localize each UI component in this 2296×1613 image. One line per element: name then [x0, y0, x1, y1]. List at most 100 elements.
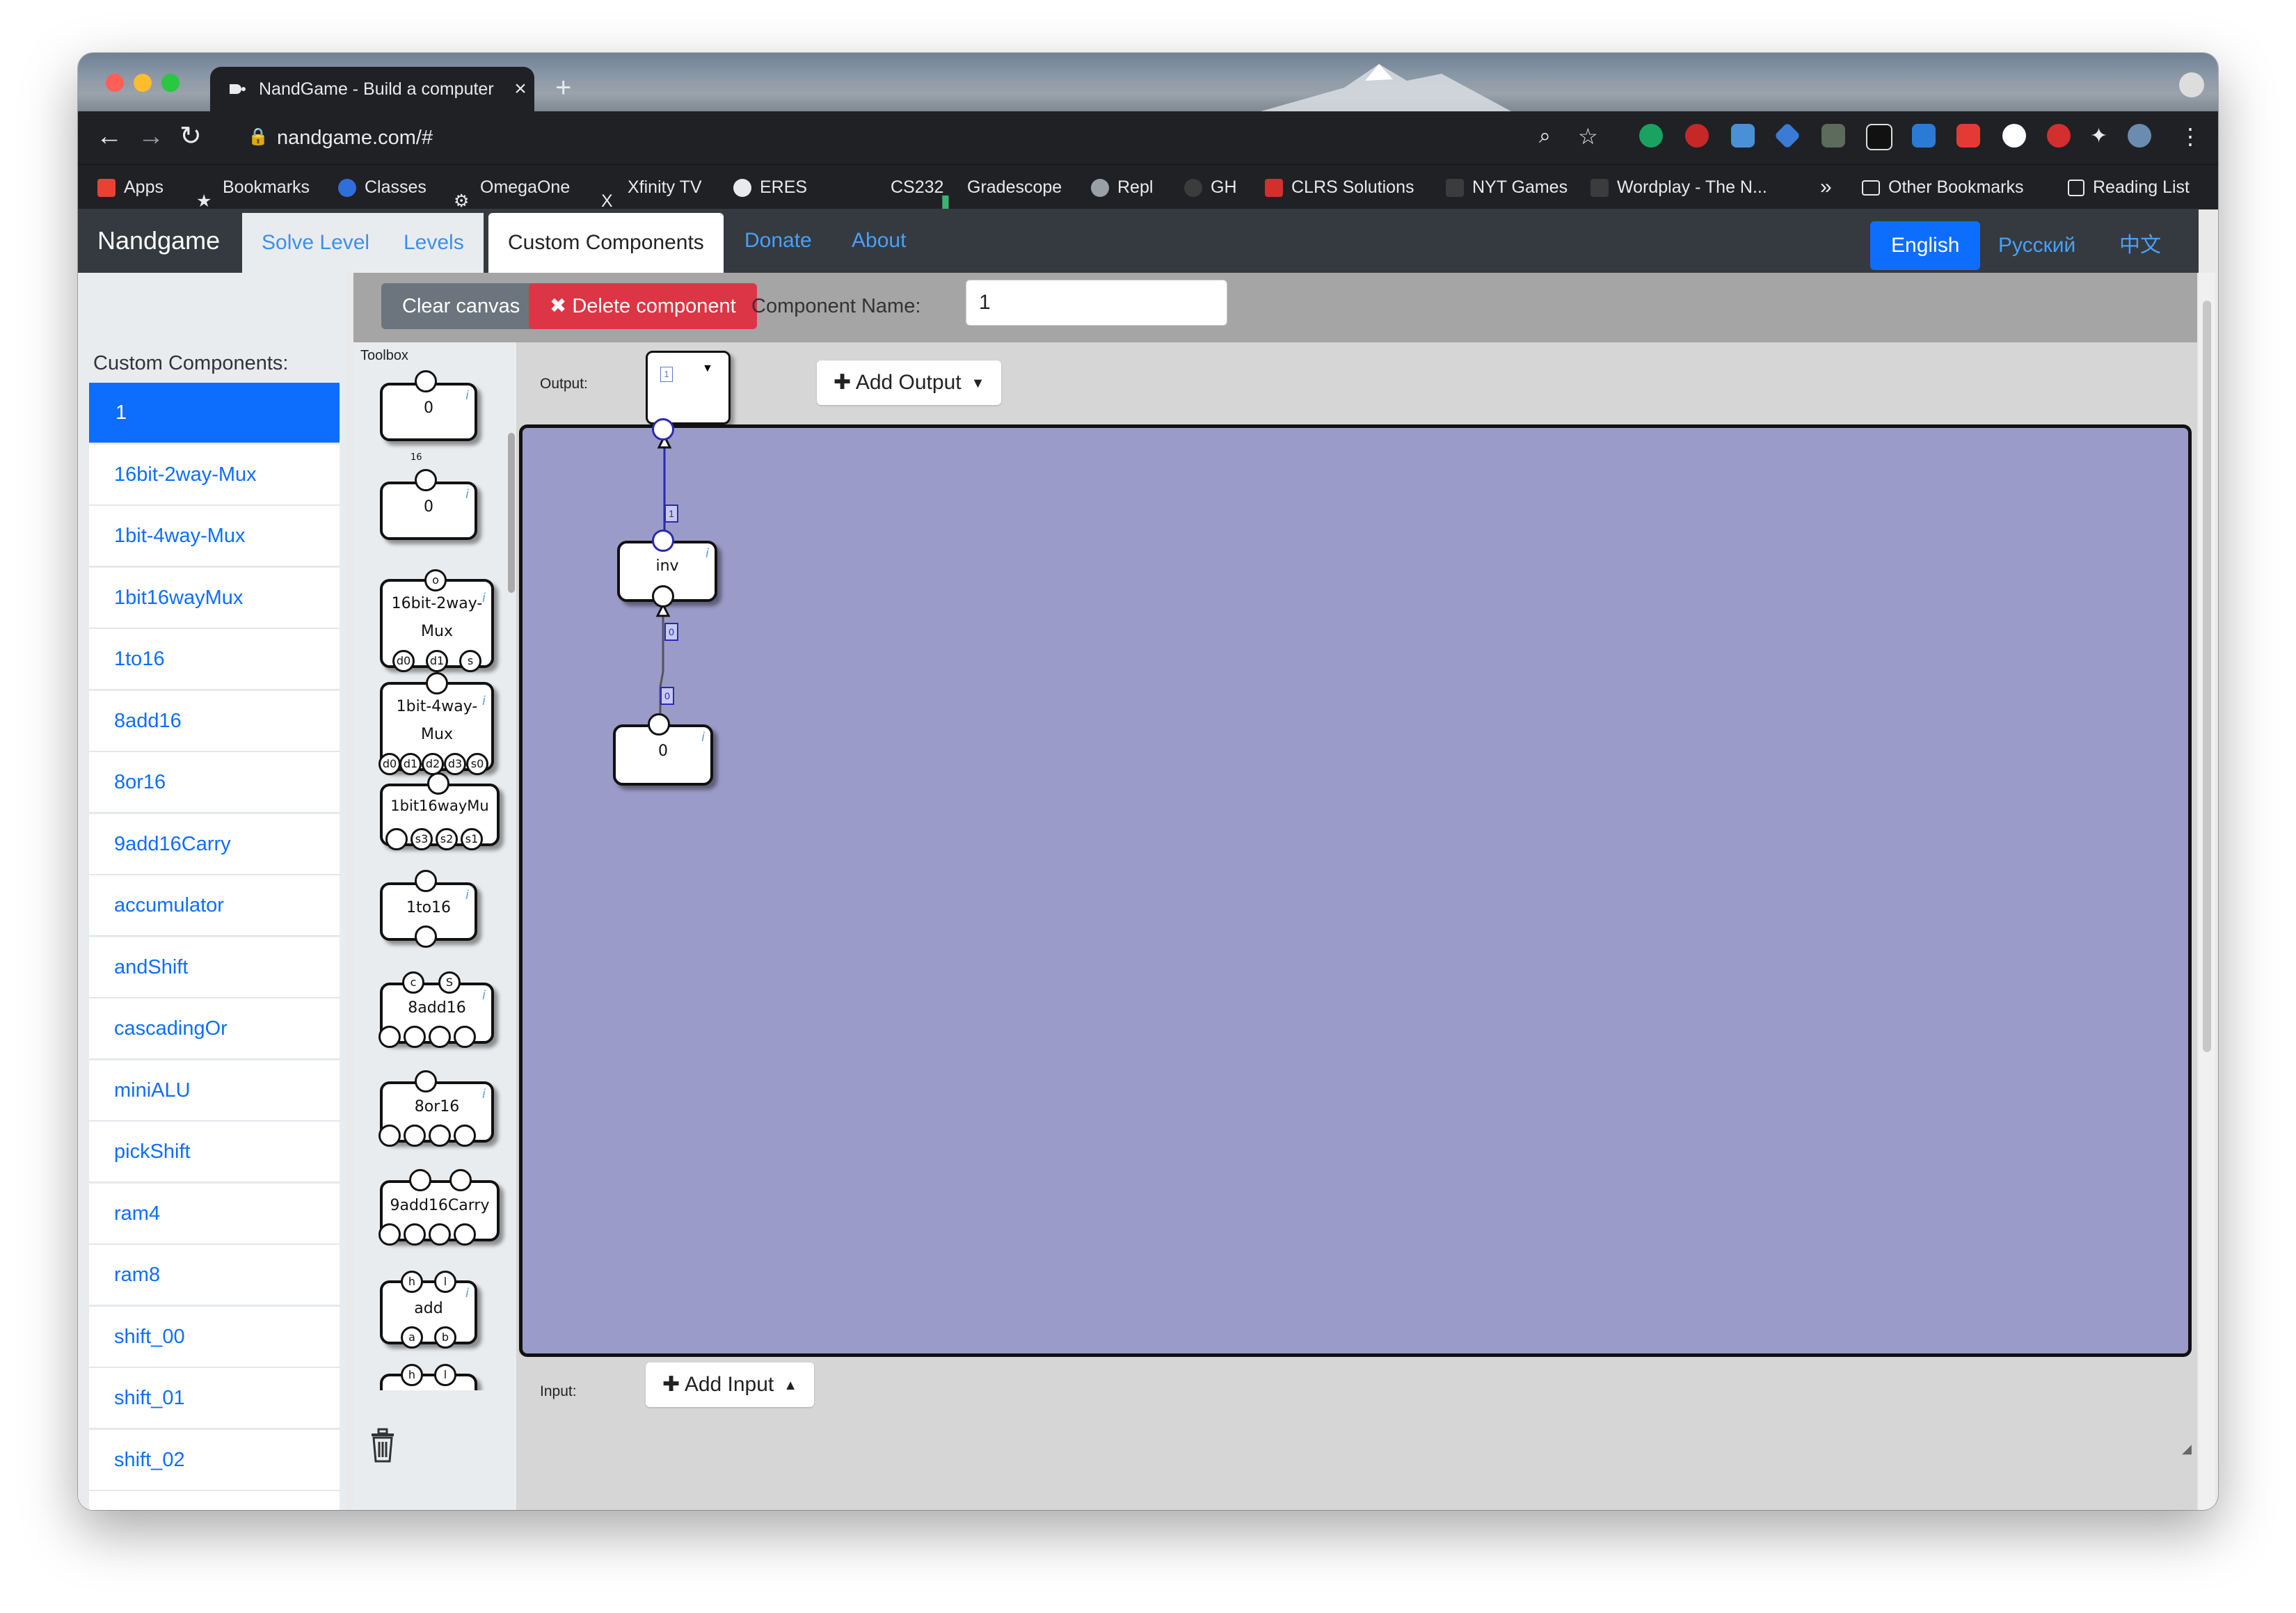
info-icon[interactable]: i	[465, 1286, 469, 1301]
info-icon[interactable]: i	[465, 388, 469, 403]
avatar[interactable]	[2128, 124, 2151, 148]
toolbox-item-9add16carry[interactable]: 9add16Carry	[378, 1169, 500, 1246]
input-pin[interactable]	[378, 1026, 401, 1048]
bookmark-eres[interactable]: ERES	[733, 165, 807, 209]
input-pin[interactable]	[404, 1125, 426, 1147]
sidebar-item-1to16[interactable]: 1to16	[89, 629, 340, 690]
sidebar-item-shift-00[interactable]: shift_00	[89, 1306, 340, 1367]
grammarly-extension-icon[interactable]	[1639, 124, 1663, 148]
output-pin[interactable]	[427, 772, 449, 795]
input-pin-s2[interactable]: s2	[436, 828, 458, 850]
sidebar-item-1bit-4way-mux[interactable]: 1bit-4way-Mux	[89, 506, 340, 566]
tab-custom-components[interactable]: Custom Components	[488, 213, 724, 273]
zoom-window-button[interactable]	[161, 74, 180, 92]
output-pin[interactable]	[449, 1169, 472, 1191]
zero-node[interactable]: 0 i	[613, 713, 713, 786]
input-pin[interactable]	[429, 1223, 451, 1246]
toolbox-item-1to16[interactable]: 1to16 i	[380, 870, 477, 948]
output-pin[interactable]	[415, 870, 437, 892]
input-pin[interactable]	[454, 1223, 476, 1246]
extension-icon-6[interactable]	[1866, 124, 1892, 150]
info-icon[interactable]: i	[701, 730, 705, 745]
language-russian-button[interactable]: Русский	[1977, 221, 2096, 270]
toolbox-item-8add16[interactable]: 8add16 i c S	[378, 971, 494, 1048]
info-icon[interactable]: i	[482, 988, 486, 1003]
inv-input-pin[interactable]	[652, 585, 674, 607]
bookmark-omegaone[interactable]: ⚙OmegaOne	[454, 165, 570, 211]
toolbox-item-8or16[interactable]: 8or16 i	[378, 1070, 494, 1147]
input-pin-d0[interactable]: d0	[378, 753, 401, 775]
language-chinese-button[interactable]: 中文	[2098, 221, 2182, 270]
bookmark-bookmarks[interactable]: ★Bookmarks	[196, 165, 310, 211]
bookmark-xfinity[interactable]: XXfinity TV	[601, 165, 702, 211]
back-icon[interactable]: ←	[96, 122, 122, 150]
toolbox-item-1bit16waymux[interactable]: 1bit16wayMu s3 s2 s1	[380, 772, 500, 850]
extension-icon-7[interactable]	[1912, 124, 1936, 148]
sidebar-item-accumulator[interactable]: accumulator	[89, 875, 340, 936]
bookmark-gh[interactable]: GH	[1184, 165, 1237, 209]
sidebar-item-pickshift[interactable]: pickShift	[89, 1122, 340, 1182]
extension-icon-3[interactable]	[1731, 124, 1755, 148]
extension-icon-5[interactable]	[1821, 124, 1845, 148]
close-window-button[interactable]	[106, 74, 124, 92]
browser-tab[interactable]: NandGame - Build a computer ×	[210, 67, 534, 111]
input-pin[interactable]	[378, 1223, 401, 1246]
menu-kebab-icon[interactable]: ⋮	[2179, 122, 2201, 150]
component-name-input[interactable]	[966, 280, 1227, 326]
bookmark-other[interactable]: Other Bookmarks	[1862, 165, 2024, 209]
bookmark-reading-list[interactable]: Reading List	[2068, 165, 2190, 209]
info-icon[interactable]: i	[705, 546, 709, 561]
resize-handle-icon[interactable]: ◢	[2182, 1442, 2192, 1456]
output-node-pin[interactable]	[652, 418, 674, 440]
sidebar-item-cascadingor[interactable]: cascadingOr	[89, 999, 340, 1059]
zero-output-pin[interactable]	[648, 713, 670, 736]
toolbox-item-1bit-4way-mux[interactable]: 1bit-4way-Mux i d0 d1 d2 d3 s0	[378, 672, 494, 775]
output-pin-h[interactable]: h	[401, 1271, 423, 1293]
bookmark-clrs[interactable]: CLRS Solutions	[1265, 165, 1414, 209]
input-pin-s0[interactable]: s0	[466, 753, 488, 775]
output-pin-l[interactable]: l	[434, 1271, 456, 1293]
inv-node[interactable]: inv i	[617, 530, 717, 607]
extensions-puzzle-icon[interactable]: ✦	[2090, 122, 2107, 150]
new-tab-icon[interactable]: +	[555, 74, 571, 102]
output-node[interactable]: 1 ▼	[646, 351, 731, 424]
info-icon[interactable]: i	[482, 688, 486, 715]
tab-solve-level[interactable]: Solve Level	[242, 213, 390, 273]
inv-output-pin[interactable]	[652, 530, 674, 552]
extension-icon-8[interactable]	[1956, 124, 1980, 148]
donate-link[interactable]: Donate	[744, 209, 812, 273]
minimize-window-button[interactable]	[134, 74, 152, 92]
extension-icon-9[interactable]	[2002, 124, 2026, 148]
sidebar-item-1bit16waymux[interactable]: 1bit16wayMux	[89, 567, 340, 628]
sidebar-item-minialu[interactable]: miniALU	[89, 1060, 340, 1121]
info-icon[interactable]: i	[465, 888, 469, 903]
toolbox-item-add[interactable]: add i h l a b	[380, 1271, 477, 1349]
sidebar-item-9add16carry[interactable]: 9add16Carry	[89, 813, 340, 875]
input-pin-b[interactable]: b	[434, 1326, 456, 1349]
adblock-extension-icon[interactable]	[1685, 124, 1709, 148]
add-output-button[interactable]: ✚ Add Output ▼	[817, 360, 1002, 405]
extension-icon-10[interactable]	[2047, 124, 2071, 148]
bookmark-gradescope[interactable]: ▮Gradescope	[941, 165, 1062, 211]
bookmarks-overflow-chevron-icon[interactable]: »	[1820, 165, 1832, 209]
info-icon[interactable]: i	[482, 585, 486, 612]
toolbox-item-add-2[interactable]: add h l	[380, 1364, 477, 1390]
language-english-button[interactable]: English	[1870, 221, 1981, 270]
circuit-board[interactable]: 1 0 0 inv i 0 i	[519, 418, 2192, 1357]
clear-canvas-button[interactable]: Clear canvas	[381, 283, 541, 329]
reload-icon[interactable]: ↻	[180, 122, 202, 150]
sidebar-item-shift-03[interactable]: shift_03	[89, 1491, 340, 1510]
sidebar-item-shift-02[interactable]: shift_02	[89, 1429, 340, 1491]
output-pin[interactable]	[415, 370, 437, 392]
output-pin-l[interactable]: l	[434, 1364, 456, 1386]
sidebar-item-ram8[interactable]: ram8	[89, 1245, 340, 1305]
output-pin[interactable]	[409, 1169, 431, 1191]
bookmark-repl[interactable]: Repl	[1091, 165, 1153, 209]
input-pin-d1[interactable]: d1	[399, 753, 422, 775]
sidebar-item-ram4[interactable]: ram4	[89, 1183, 340, 1244]
input-pin-d3[interactable]: d3	[444, 753, 466, 775]
sidebar-item-8add16[interactable]: 8add16	[89, 690, 340, 752]
close-tab-icon[interactable]: ×	[507, 77, 534, 101]
info-icon[interactable]: i	[465, 487, 469, 502]
output-pin[interactable]	[426, 672, 448, 694]
